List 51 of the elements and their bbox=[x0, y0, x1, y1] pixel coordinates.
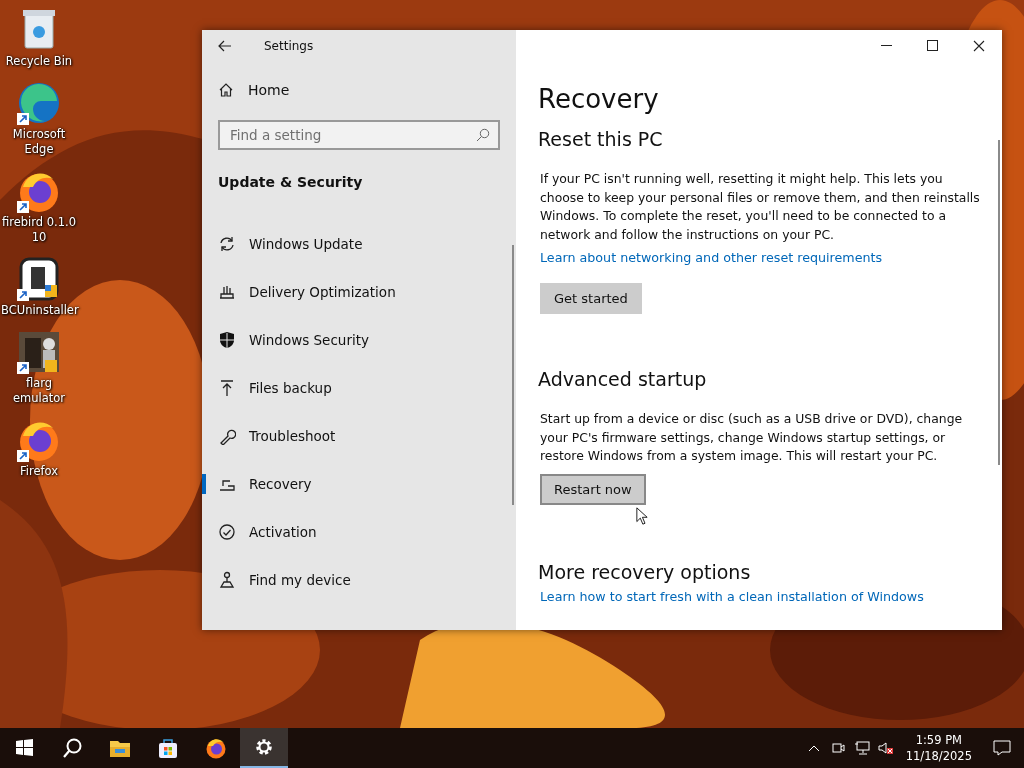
sidebar-item[interactable]: Activation bbox=[202, 508, 516, 556]
page-title: Recovery bbox=[538, 84, 660, 114]
sidebar-item[interactable]: Find my device bbox=[202, 556, 516, 604]
help-link[interactable]: Learn about networking and other reset requirements bbox=[540, 250, 883, 265]
wrench-icon bbox=[218, 427, 236, 445]
shopping-bag-icon bbox=[157, 737, 179, 759]
upload-arrow-icon bbox=[218, 379, 236, 397]
checkmark-icon bbox=[218, 523, 236, 541]
maximize-icon bbox=[927, 40, 939, 52]
section-heading: Update & Security bbox=[217, 174, 364, 190]
section-heading: Advanced startup bbox=[538, 368, 707, 390]
person-pin-icon bbox=[218, 571, 236, 589]
search-icon bbox=[61, 737, 83, 759]
scrollbar[interactable] bbox=[998, 140, 1000, 465]
clock-date[interactable]: 11/18/2025 bbox=[905, 748, 972, 764]
settings-icon bbox=[253, 736, 275, 758]
home-icon bbox=[218, 82, 234, 98]
minimize-icon bbox=[881, 45, 893, 47]
desktop-icon-label[interactable]: flarg emulator bbox=[1, 376, 77, 406]
action-button[interactable]: Get started bbox=[540, 283, 642, 314]
home-nav-item[interactable]: Home bbox=[202, 70, 516, 110]
section-heading: More recovery options bbox=[538, 560, 751, 583]
description-text: Start up from a device or disc (such as a USB drive or DVD), change your PC's firmware settings, change Windows startup settings, or restore Windows from a system image. This will restart your PC. bbox=[540, 410, 964, 465]
desktop-icon-label[interactable]: firebird 0.1.0 10 bbox=[1, 215, 77, 245]
window-title: Settings bbox=[264, 39, 314, 53]
tray-bars-icon bbox=[218, 283, 236, 301]
back-arrow-icon bbox=[218, 40, 232, 52]
close-icon bbox=[973, 40, 985, 52]
desktop-icon-label[interactable]: Firefox bbox=[1, 464, 77, 479]
scrollbar[interactable] bbox=[512, 245, 514, 505]
sidebar-item[interactable]: Delivery Optimization bbox=[202, 268, 516, 316]
sidebar-item[interactable]: Files backup bbox=[202, 364, 516, 412]
section-heading: Reset this PC bbox=[538, 128, 663, 150]
shield-icon bbox=[218, 331, 236, 349]
desktop-icon-label[interactable]: Microsoft Edge bbox=[1, 127, 77, 157]
search-field[interactable]: Find a setting bbox=[218, 120, 500, 150]
sidebar-item[interactable]: Windows Security bbox=[202, 316, 516, 364]
sidebar-item[interactable]: Windows Update bbox=[202, 220, 516, 268]
refresh-icon bbox=[218, 235, 236, 253]
search-icon bbox=[476, 128, 490, 142]
fox-browser-icon bbox=[205, 737, 227, 759]
description-text: If your PC isn't running well, resetting it might help. This lets you choose to keep your personal files or remove them, and then reinstalls Windows. To complete the reset, you'll need to be connected to a network and follow the instructions on your PC. bbox=[540, 170, 980, 244]
taskbar-button[interactable] bbox=[240, 728, 288, 768]
clock-time[interactable]: 1:59 PM bbox=[905, 732, 972, 748]
windows-logo-icon bbox=[13, 737, 35, 759]
sidebar-item[interactable]: Troubleshoot bbox=[202, 412, 516, 460]
action-button[interactable]: Restart now bbox=[540, 473, 646, 505]
mouse-cursor-icon bbox=[636, 507, 648, 525]
desktop-icon-label[interactable]: Recycle Bin bbox=[1, 54, 77, 69]
help-link[interactable]: Learn how to start fresh with a clean installation of Windows bbox=[540, 588, 924, 604]
desktop-icon-label[interactable]: BCUninstaller bbox=[1, 303, 77, 318]
